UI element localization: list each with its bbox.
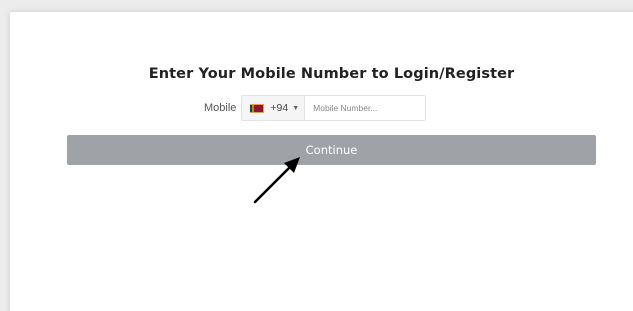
continue-button[interactable]: Continue <box>67 135 596 165</box>
mobile-label: Mobile <box>204 102 237 114</box>
sri-lanka-flag-icon <box>250 103 265 113</box>
mobile-number-input[interactable] <box>305 96 427 120</box>
annotation-arrow-icon <box>253 157 300 204</box>
page-title: Enter Your Mobile Number to Login/Regist… <box>148 66 515 82</box>
flag-lion-panel <box>254 104 264 112</box>
dial-code: +94 <box>270 102 289 114</box>
mobile-row: Mobile +94 ▼ <box>204 95 427 121</box>
country-code-select[interactable]: +94 ▼ <box>242 96 306 120</box>
phone-input-group: +94 ▼ <box>241 95 427 121</box>
page: Enter Your Mobile Number to Login/Regist… <box>0 0 633 311</box>
caret-down-icon: ▼ <box>292 104 300 112</box>
